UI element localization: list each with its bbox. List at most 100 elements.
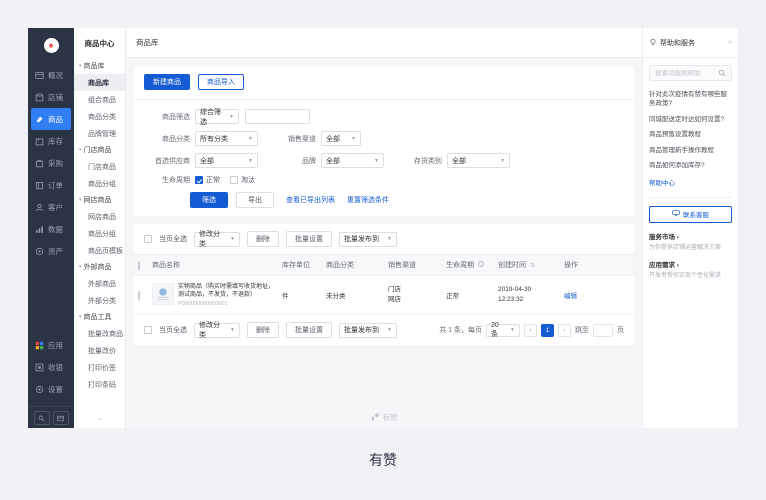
change-category-select[interactable]: 修改分类 ▼ xyxy=(194,232,240,247)
subnav-group-header[interactable]: ▾ 外部商品 xyxy=(74,259,125,275)
chevron-down-icon: ▾ xyxy=(79,198,82,203)
page-button-1[interactable]: 1 xyxy=(541,324,554,337)
batch-publish-select[interactable]: 批量发布到 ▼ xyxy=(339,232,397,247)
goods-thumbnail[interactable] xyxy=(152,283,174,305)
subnav-item-online-goods[interactable]: 网店商品 xyxy=(74,208,125,225)
batch-setting-button[interactable]: 批量设置 xyxy=(286,231,332,247)
import-goods-button[interactable]: 商品导入 xyxy=(198,74,244,90)
goods-filter-select[interactable]: 综合筛选 ▼ xyxy=(195,109,239,124)
help-search-input[interactable] xyxy=(655,70,715,77)
sidebar-item-label: 设置 xyxy=(48,384,63,395)
subnav-item-external-goods[interactable]: 外部商品 xyxy=(74,275,125,292)
goods-filter-label: 商品筛选 xyxy=(144,112,190,122)
sidebar-item-shop[interactable]: 店铺 xyxy=(28,86,74,108)
main-content: 商品库 新建商品 商品导入 商品筛选 综合筛选 ▼ xyxy=(126,28,642,428)
sidebar-item-purchase[interactable]: 采购 xyxy=(28,152,74,174)
sidebar-item-data[interactable]: 数据 xyxy=(28,218,74,240)
subnav-item-external-category[interactable]: 外部分类 xyxy=(74,292,125,309)
subnav-group-online-goods: ▾ 网店商品 网店商品 商品分组 商品页模板 xyxy=(74,192,125,259)
brand-select[interactable]: 全部 ▼ xyxy=(321,153,384,168)
sidebar-item-customer[interactable]: 客户 xyxy=(28,196,74,218)
subnav-item-goods-category[interactable]: 商品分类 xyxy=(74,108,125,125)
sidebar-item-cashier[interactable]: 收银 xyxy=(28,356,74,378)
goods-name[interactable]: 实物商品（购买时需填写收货地址，测试商品，不发货，不退款） xyxy=(178,283,274,299)
collapse-panel-icon[interactable]: » xyxy=(728,39,732,46)
view-exported-list-link[interactable]: 查看已导出列表 xyxy=(286,195,335,205)
help-link[interactable]: 同城配送定时达如何设置? xyxy=(649,115,732,124)
subnav-group-header[interactable]: ▾ 商品工具 xyxy=(74,309,125,325)
subnav-item-brand-management[interactable]: 品牌管理 xyxy=(74,125,125,142)
change-category-select[interactable]: 修改分类 ▼ xyxy=(194,323,240,338)
search-button[interactable]: 筛选 xyxy=(190,192,228,208)
sidebar-item-inventory[interactable]: 库存 xyxy=(28,130,74,152)
sales-channel-select[interactable]: 全部 ▼ xyxy=(321,131,361,146)
edit-link[interactable]: 编辑 xyxy=(564,293,577,300)
subnav-item-batch-edit-price[interactable]: 批量改价 xyxy=(74,342,125,359)
chevron-down-icon: ▾ xyxy=(79,265,82,270)
goods-category-group: 商品分类 所有分类 ▼ xyxy=(144,131,258,146)
help-block-title[interactable]: 服务市场 › xyxy=(649,231,732,241)
row-checkbox[interactable] xyxy=(138,291,140,300)
goods-category-select[interactable]: 所有分类 ▼ xyxy=(195,131,258,146)
sidebar-item-order[interactable]: 订单 xyxy=(28,174,74,196)
goods-filter-value: 综合筛选 xyxy=(200,107,225,127)
goods-filter-input[interactable] xyxy=(245,109,310,124)
help-search-box[interactable] xyxy=(649,65,732,81)
lifecycle-obsolete-checkbox[interactable]: 淘汰 xyxy=(230,175,255,185)
stock-type-value: 全部 xyxy=(452,156,466,166)
subnav-item-online-goods-group[interactable]: 商品分组 xyxy=(74,225,125,242)
help-center-link[interactable]: 帮助中心 xyxy=(649,177,732,187)
subnav-item-goods-library[interactable]: 商品库 xyxy=(74,74,125,91)
stock-type-select[interactable]: 全部 ▼ xyxy=(447,153,510,168)
select-all-checkbox[interactable] xyxy=(138,261,140,270)
help-link[interactable]: 商品预售设置教程 xyxy=(649,130,732,139)
next-page-button[interactable]: › xyxy=(558,324,571,337)
preferred-supplier-select[interactable]: 全部 ▼ xyxy=(195,153,258,168)
batch-setting-button[interactable]: 批量设置 xyxy=(286,322,332,338)
search-button[interactable] xyxy=(34,411,50,425)
lifecycle-normal-checkbox[interactable]: 正常 xyxy=(195,175,220,185)
jump-page-input[interactable] xyxy=(593,324,613,337)
subnav-group-label: 网店商品 xyxy=(84,195,112,205)
select-all-checkbox[interactable] xyxy=(144,326,152,334)
export-button[interactable]: 导出 xyxy=(236,192,274,208)
subnav-group-header[interactable]: ▾ 门店商品 xyxy=(74,142,125,158)
sidebar-item-apps[interactable]: 应用 xyxy=(28,334,74,356)
sidebar-item-goods[interactable]: 商品 xyxy=(31,108,71,130)
prev-page-button[interactable]: ‹ xyxy=(524,324,537,337)
chevron-down-icon: ▾ xyxy=(79,148,82,153)
delete-button[interactable]: 删除 xyxy=(247,322,279,338)
sidebar-item-asset[interactable]: 资产 xyxy=(28,240,74,262)
subnav-item-print-barcode[interactable]: 打印条码 xyxy=(74,376,125,393)
help-link[interactable]: 商品管理新手操作教程 xyxy=(649,146,732,155)
create-goods-button[interactable]: 新建商品 xyxy=(144,74,190,90)
header-create-time[interactable]: 创建时间 ⇅ xyxy=(494,255,560,276)
brand-logo[interactable]: ♠ xyxy=(28,30,74,60)
sidebar-item-settings[interactable]: 设置 xyxy=(28,378,74,400)
subnav-item-goods-page-template[interactable]: 商品页模板 xyxy=(74,242,125,259)
batch-publish-select[interactable]: 批量发布到 ▼ xyxy=(339,323,397,338)
subnav-item-combo-goods[interactable]: 组合商品 xyxy=(74,91,125,108)
info-icon[interactable]: i xyxy=(478,261,484,267)
subnav-group-header[interactable]: ▾ 商品库 xyxy=(74,58,125,74)
search-icon[interactable] xyxy=(718,64,726,82)
subnav-item-store-goods-group[interactable]: 商品分组 xyxy=(74,175,125,192)
subnav-group-header[interactable]: ▾ 网店商品 xyxy=(74,192,125,208)
sidebar-item-overview[interactable]: 概况 xyxy=(28,64,74,86)
reset-filters-link[interactable]: 重置筛选条件 xyxy=(347,195,389,205)
chevron-down-icon: ▼ xyxy=(387,236,392,242)
page-size-select[interactable]: 20 条 ▼ xyxy=(486,324,520,337)
chevron-down-icon: ▾ xyxy=(79,64,82,69)
subnav-collapse-toggle[interactable]: ⌄ xyxy=(74,414,125,422)
subnav-item-store-goods[interactable]: 门店商品 xyxy=(74,158,125,175)
help-block-title[interactable]: 应用需求 › xyxy=(649,259,732,269)
subnav-item-batch-edit-goods[interactable]: 批量改商品 xyxy=(74,325,125,342)
collapse-nav-button[interactable] xyxy=(53,411,69,425)
contact-support-button[interactable]: 联系客服 xyxy=(649,206,732,223)
page-root: ♠ 概况 店铺 商品 库存 xyxy=(0,0,766,500)
delete-button[interactable]: 删除 xyxy=(247,231,279,247)
help-link[interactable]: 商品如何添加库存? xyxy=(649,161,732,170)
help-link[interactable]: 针对此次疫情有赞有哪些服务政策? xyxy=(649,90,732,109)
select-all-checkbox[interactable] xyxy=(144,235,152,243)
subnav-item-print-price-tag[interactable]: 打印价签 xyxy=(74,359,125,376)
